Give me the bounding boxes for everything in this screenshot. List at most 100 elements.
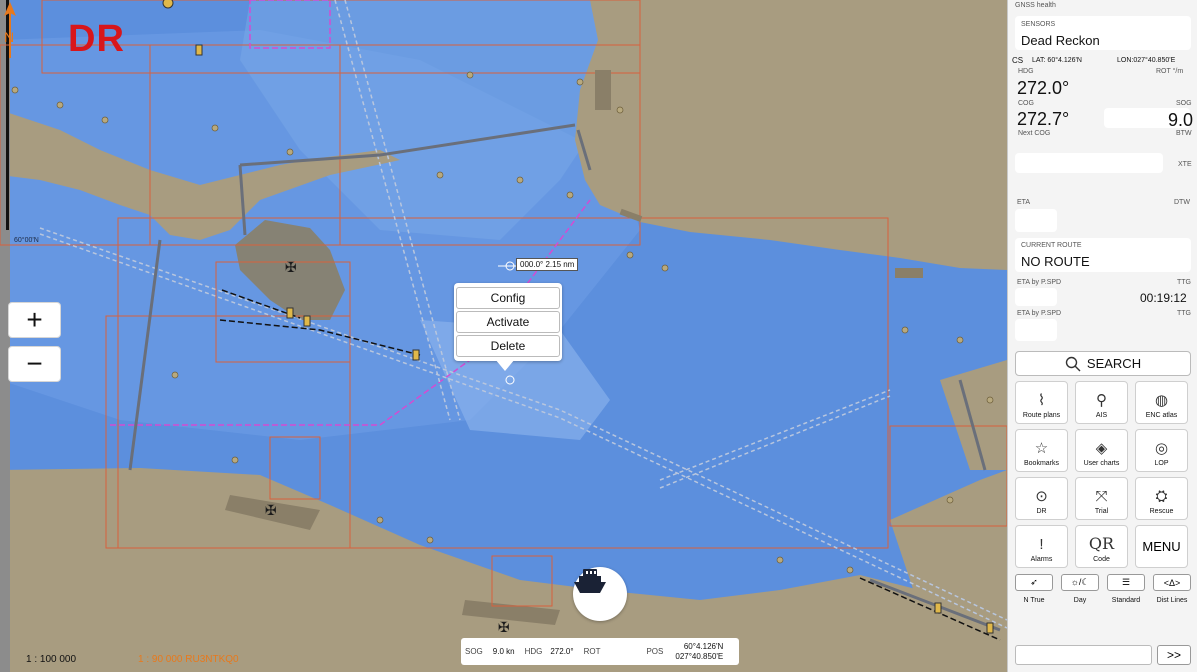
sog-label: SOG bbox=[1176, 100, 1192, 107]
svg-text:N: N bbox=[4, 29, 14, 45]
cog-value: 272.7° bbox=[1017, 109, 1070, 129]
lon-readout: LON:027°40.850'E bbox=[1117, 57, 1176, 64]
enc-atlas-button[interactable]: ◍ ENC atlas bbox=[1135, 381, 1188, 424]
dr-label: DR bbox=[1036, 508, 1047, 515]
qr-code-label: Code bbox=[1093, 556, 1110, 563]
center-ship-button[interactable] bbox=[573, 567, 627, 621]
config-menu-item[interactable]: Config bbox=[456, 287, 560, 309]
enc-atlas-label: ENC atlas bbox=[1145, 412, 1178, 419]
eta-pspd2-label: ETA by P.SPD bbox=[1017, 310, 1062, 317]
user-charts-label: User charts bbox=[1083, 460, 1120, 467]
current-route-value: NO ROUTE bbox=[1021, 254, 1090, 269]
display-scale: 1 : 100 000 bbox=[26, 654, 77, 665]
xte-label: XTE bbox=[1178, 161, 1192, 168]
day-night-button[interactable]: ☼/☾ bbox=[1061, 574, 1099, 591]
trial-label: Trial bbox=[1094, 508, 1109, 515]
route-plans-button[interactable]: ⌇ Route plans bbox=[1015, 381, 1068, 424]
xte-box bbox=[1015, 153, 1163, 173]
pos-lon: 027°40.850'E bbox=[675, 651, 724, 661]
star-icon: ☆ bbox=[1034, 440, 1049, 457]
lop-icon: ◎ bbox=[1154, 440, 1169, 457]
bearing-distance-tag: 000.0° 2.15 nm bbox=[516, 258, 579, 271]
alarms-label: Alarms bbox=[1030, 556, 1053, 563]
bookmarks-label: Bookmarks bbox=[1023, 460, 1059, 467]
ais-label: AIS bbox=[1095, 412, 1108, 419]
latitude-marker: 60°00'N bbox=[14, 237, 39, 244]
command-input[interactable] bbox=[1015, 645, 1152, 665]
alarm-icon: ! bbox=[1039, 536, 1044, 553]
sog-label: SOG bbox=[465, 647, 483, 656]
route-plans-label: Route plans bbox=[1022, 412, 1061, 419]
dist-lines-label: Dist Lines bbox=[1156, 597, 1188, 604]
north-arrow-icon: N bbox=[4, 2, 16, 58]
delete-menu-item[interactable]: Delete bbox=[456, 335, 560, 357]
ais-button[interactable]: ⚲ AIS bbox=[1075, 381, 1128, 424]
sog-value: 9.0 kn bbox=[492, 647, 515, 656]
user-charts-button[interactable]: ◈ User charts bbox=[1075, 429, 1128, 472]
day-night-label: Day bbox=[1073, 597, 1087, 604]
nautical-chart[interactable]: ✠ ✠ ✠ N DR 60°00'N + − 000.0° 2.15 nm Co… bbox=[0, 0, 1007, 672]
display-standard-label: Standard bbox=[1111, 597, 1141, 604]
svg-text:✠: ✠ bbox=[498, 620, 510, 636]
search-icon bbox=[1065, 356, 1081, 371]
bookmarks-button[interactable]: ☆ Bookmarks bbox=[1015, 429, 1068, 472]
ttg2-label: TTG bbox=[1177, 310, 1191, 317]
lat-readout: LAT: 60°4.126'N bbox=[1032, 57, 1082, 64]
zoom-in-button[interactable]: + bbox=[8, 302, 61, 338]
layers-icon: ◈ bbox=[1095, 440, 1108, 457]
eta-pspd-label: ETA by P.SPD bbox=[1017, 279, 1062, 286]
menu-label: MENU bbox=[1142, 539, 1181, 554]
trial-button[interactable]: ⤧ Trial bbox=[1075, 477, 1128, 520]
qr-icon: QR bbox=[1088, 534, 1115, 553]
cog-label: COG bbox=[1018, 100, 1034, 107]
zoom-out-button[interactable]: − bbox=[8, 346, 61, 382]
route-icon: ⌇ bbox=[1037, 392, 1046, 409]
context-menu: Config Activate Delete bbox=[454, 283, 562, 361]
next-page-button[interactable]: >> bbox=[1157, 645, 1191, 665]
eta-pspd2-box bbox=[1015, 319, 1057, 341]
hdg-value: 272.0° bbox=[1017, 78, 1070, 98]
next-cog-label: Next COG bbox=[1018, 130, 1051, 137]
north-up-label: N True bbox=[1023, 597, 1045, 604]
eta-label: ETA bbox=[1017, 199, 1031, 206]
sensors-value: Dead Reckon bbox=[1021, 33, 1100, 48]
activate-menu-item[interactable]: Activate bbox=[456, 311, 560, 333]
hdg-label: HDG bbox=[1018, 68, 1034, 75]
svg-text:✠: ✠ bbox=[285, 260, 297, 276]
eta-pspd-box bbox=[1015, 288, 1057, 306]
ship-icon bbox=[574, 569, 606, 593]
eta-box bbox=[1015, 209, 1057, 232]
dtw-label: DTW bbox=[1174, 199, 1190, 206]
trial-icon: ⤧ bbox=[1095, 488, 1108, 505]
cs-label: CS bbox=[1012, 56, 1024, 65]
lop-label: LOP bbox=[1154, 460, 1169, 467]
pos-label: POS bbox=[646, 647, 664, 656]
hdg-value: 272.0° bbox=[550, 647, 574, 656]
ais-icon: ⚲ bbox=[1096, 392, 1107, 409]
ttg-label: TTG bbox=[1177, 279, 1191, 286]
rescue-icon: ⛭ bbox=[1155, 488, 1168, 505]
hdg-label: HDG bbox=[524, 647, 543, 656]
sog-value: 9.0 bbox=[1168, 110, 1194, 130]
current-route-label: CURRENT ROUTE bbox=[1021, 242, 1082, 249]
alarms-button[interactable]: ! Alarms bbox=[1015, 525, 1068, 568]
ttg-value: 00:19:12 bbox=[1140, 291, 1187, 305]
dr-button[interactable]: ⊙ DR bbox=[1015, 477, 1068, 520]
status-bar: SOG 9.0 kn HDG 272.0° ROT POS 60°4.126'N… bbox=[461, 638, 739, 665]
search-button[interactable]: SEARCH bbox=[1015, 351, 1191, 376]
qr-code-button[interactable]: QR Code bbox=[1075, 525, 1128, 568]
context-menu-pointer bbox=[495, 359, 515, 371]
menu-button[interactable]: MENU bbox=[1135, 525, 1188, 568]
north-up-button[interactable]: ➶ bbox=[1015, 574, 1053, 591]
rescue-button[interactable]: ⛭ Rescue bbox=[1135, 477, 1188, 520]
chart-scale-cell: 1 : 90 000 RU3NTKQ0 bbox=[138, 654, 239, 665]
btw-label: BTW bbox=[1176, 130, 1192, 137]
dr-icon: ⊙ bbox=[1035, 488, 1048, 505]
sensors-label: SENSORS bbox=[1021, 21, 1056, 28]
dist-lines-button[interactable]: <Δ> bbox=[1153, 574, 1191, 591]
gnss-health-label[interactable]: GNSS health bbox=[1015, 2, 1056, 9]
lop-button[interactable]: ◎ LOP bbox=[1135, 429, 1188, 472]
globe-icon: ◍ bbox=[1154, 392, 1169, 409]
display-standard-button[interactable]: ☰ bbox=[1107, 574, 1145, 591]
sensor-panel: GNSS health SENSORS Dead Reckon CS LAT: … bbox=[1007, 0, 1197, 672]
